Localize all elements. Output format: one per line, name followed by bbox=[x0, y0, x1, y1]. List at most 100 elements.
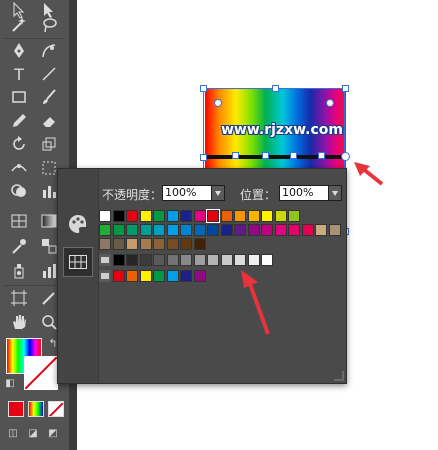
color-swatch[interactable] bbox=[193, 224, 206, 236]
color-swatch[interactable] bbox=[274, 210, 287, 222]
color-swatch[interactable] bbox=[112, 224, 125, 236]
gradient-slider-stop[interactable] bbox=[262, 152, 269, 159]
gradient-slider-stop[interactable] bbox=[232, 152, 239, 159]
color-swatch[interactable] bbox=[166, 254, 179, 266]
swatch-group-folder-icon[interactable] bbox=[99, 270, 111, 282]
color-swatch[interactable] bbox=[139, 210, 152, 222]
color-swatch[interactable] bbox=[247, 210, 260, 222]
position-dropdown-button[interactable] bbox=[328, 185, 342, 201]
color-swatch[interactable] bbox=[126, 270, 138, 282]
lasso-tool-icon[interactable] bbox=[36, 14, 62, 36]
color-swatch[interactable] bbox=[99, 224, 111, 236]
color-swatch[interactable] bbox=[180, 238, 192, 250]
gradient-annotator-stop[interactable] bbox=[214, 99, 222, 107]
selection-handle[interactable] bbox=[200, 85, 207, 92]
default-fill-stroke-icon[interactable]: ◧ bbox=[2, 376, 18, 390]
color-swatch[interactable] bbox=[180, 254, 192, 266]
color-swatch[interactable] bbox=[328, 224, 341, 236]
color-swatch[interactable] bbox=[261, 254, 273, 266]
color-swatch[interactable] bbox=[166, 238, 179, 250]
panel-resize-grip[interactable] bbox=[334, 371, 344, 381]
color-swatch[interactable] bbox=[180, 210, 192, 222]
color-swatch[interactable] bbox=[193, 238, 206, 250]
color-swatch[interactable] bbox=[112, 210, 125, 222]
pen-tool-icon[interactable] bbox=[6, 40, 32, 62]
gradient-slider-stop[interactable] bbox=[318, 152, 325, 159]
draw-inside-icon[interactable]: ◩ bbox=[44, 424, 62, 442]
swatch-group-folder-icon[interactable] bbox=[99, 254, 111, 266]
selection-handle[interactable] bbox=[272, 85, 279, 92]
color-swatch[interactable] bbox=[234, 210, 246, 222]
gradient-annotator-stop[interactable] bbox=[326, 99, 334, 107]
color-swatch[interactable] bbox=[99, 210, 111, 222]
color-swatch[interactable] bbox=[180, 270, 192, 282]
gradient-slider-stop[interactable] bbox=[200, 154, 207, 161]
color-swatch[interactable] bbox=[139, 238, 152, 250]
color-swatch[interactable] bbox=[153, 270, 165, 282]
color-swatch[interactable] bbox=[112, 254, 125, 266]
color-swatch[interactable] bbox=[166, 270, 179, 282]
color-swatch[interactable] bbox=[207, 254, 219, 266]
color-swatch[interactable] bbox=[139, 270, 152, 282]
position-input[interactable]: 100% bbox=[279, 185, 329, 201]
draw-behind-icon[interactable]: ◪ bbox=[24, 424, 42, 442]
color-swatch[interactable] bbox=[180, 224, 192, 236]
line-tool-icon[interactable] bbox=[36, 63, 62, 85]
rectangle-tool-icon[interactable] bbox=[6, 86, 32, 108]
swatches-button[interactable] bbox=[63, 247, 93, 277]
color-swatch[interactable] bbox=[193, 254, 206, 266]
shape-builder-tool-icon[interactable] bbox=[6, 180, 32, 202]
color-swatch[interactable] bbox=[261, 210, 273, 222]
color-swatch[interactable] bbox=[247, 224, 260, 236]
color-swatch[interactable] bbox=[220, 254, 233, 266]
color-swatch[interactable] bbox=[193, 270, 206, 282]
color-swatch[interactable] bbox=[288, 210, 300, 222]
color-swatch[interactable] bbox=[261, 224, 273, 236]
color-swatch[interactable] bbox=[315, 224, 327, 236]
color-swatch[interactable] bbox=[99, 238, 111, 250]
color-swatch[interactable] bbox=[153, 224, 165, 236]
none-mode-button[interactable] bbox=[48, 401, 64, 417]
draw-normal-icon[interactable]: ◫ bbox=[4, 424, 22, 442]
mesh-tool-icon[interactable] bbox=[6, 210, 32, 232]
color-swatch[interactable] bbox=[126, 254, 138, 266]
color-swatch[interactable] bbox=[274, 224, 287, 236]
color-swatch[interactable] bbox=[234, 254, 246, 266]
gradient-end-stop[interactable] bbox=[341, 152, 350, 161]
curvature-tool-icon[interactable] bbox=[36, 40, 62, 62]
color-swatch[interactable] bbox=[220, 224, 233, 236]
color-swatch[interactable] bbox=[139, 224, 152, 236]
magic-wand-tool-icon[interactable] bbox=[6, 14, 32, 36]
color-swatch[interactable] bbox=[126, 238, 138, 250]
symbol-sprayer-tool-icon[interactable] bbox=[6, 260, 32, 282]
color-swatch[interactable] bbox=[206, 209, 220, 223]
color-swatch[interactable] bbox=[220, 210, 233, 222]
color-swatch[interactable] bbox=[126, 210, 138, 222]
color-swatch[interactable] bbox=[153, 210, 165, 222]
scale-tool-icon[interactable] bbox=[36, 133, 62, 155]
color-swatch[interactable] bbox=[139, 254, 152, 266]
rotate-tool-icon[interactable] bbox=[6, 133, 32, 155]
color-swatch[interactable] bbox=[247, 254, 260, 266]
color-swatch[interactable] bbox=[126, 224, 138, 236]
color-mode-button[interactable] bbox=[8, 401, 24, 417]
pencil-tool-icon[interactable] bbox=[6, 110, 32, 132]
color-swatch[interactable] bbox=[288, 224, 300, 236]
color-swatch[interactable] bbox=[153, 238, 165, 250]
color-swatch[interactable] bbox=[166, 224, 179, 236]
opacity-input[interactable]: 100% bbox=[162, 185, 212, 201]
selection-handle[interactable] bbox=[342, 85, 349, 92]
stroke-color-swatch[interactable] bbox=[24, 356, 58, 390]
eyedropper-tool-icon[interactable] bbox=[6, 235, 32, 257]
color-swatch[interactable] bbox=[207, 224, 219, 236]
hand-tool-icon[interactable] bbox=[6, 311, 32, 333]
type-tool-icon[interactable]: T bbox=[6, 63, 32, 85]
color-swatch[interactable] bbox=[166, 210, 179, 222]
color-swatch[interactable] bbox=[153, 254, 165, 266]
artboard-tool-icon[interactable] bbox=[6, 287, 32, 309]
color-swatch[interactable] bbox=[234, 224, 246, 236]
color-swatch[interactable] bbox=[301, 224, 314, 236]
eraser-tool-icon[interactable] bbox=[36, 110, 62, 132]
color-swatch[interactable] bbox=[193, 210, 206, 222]
gradient-mode-button[interactable] bbox=[28, 401, 44, 417]
